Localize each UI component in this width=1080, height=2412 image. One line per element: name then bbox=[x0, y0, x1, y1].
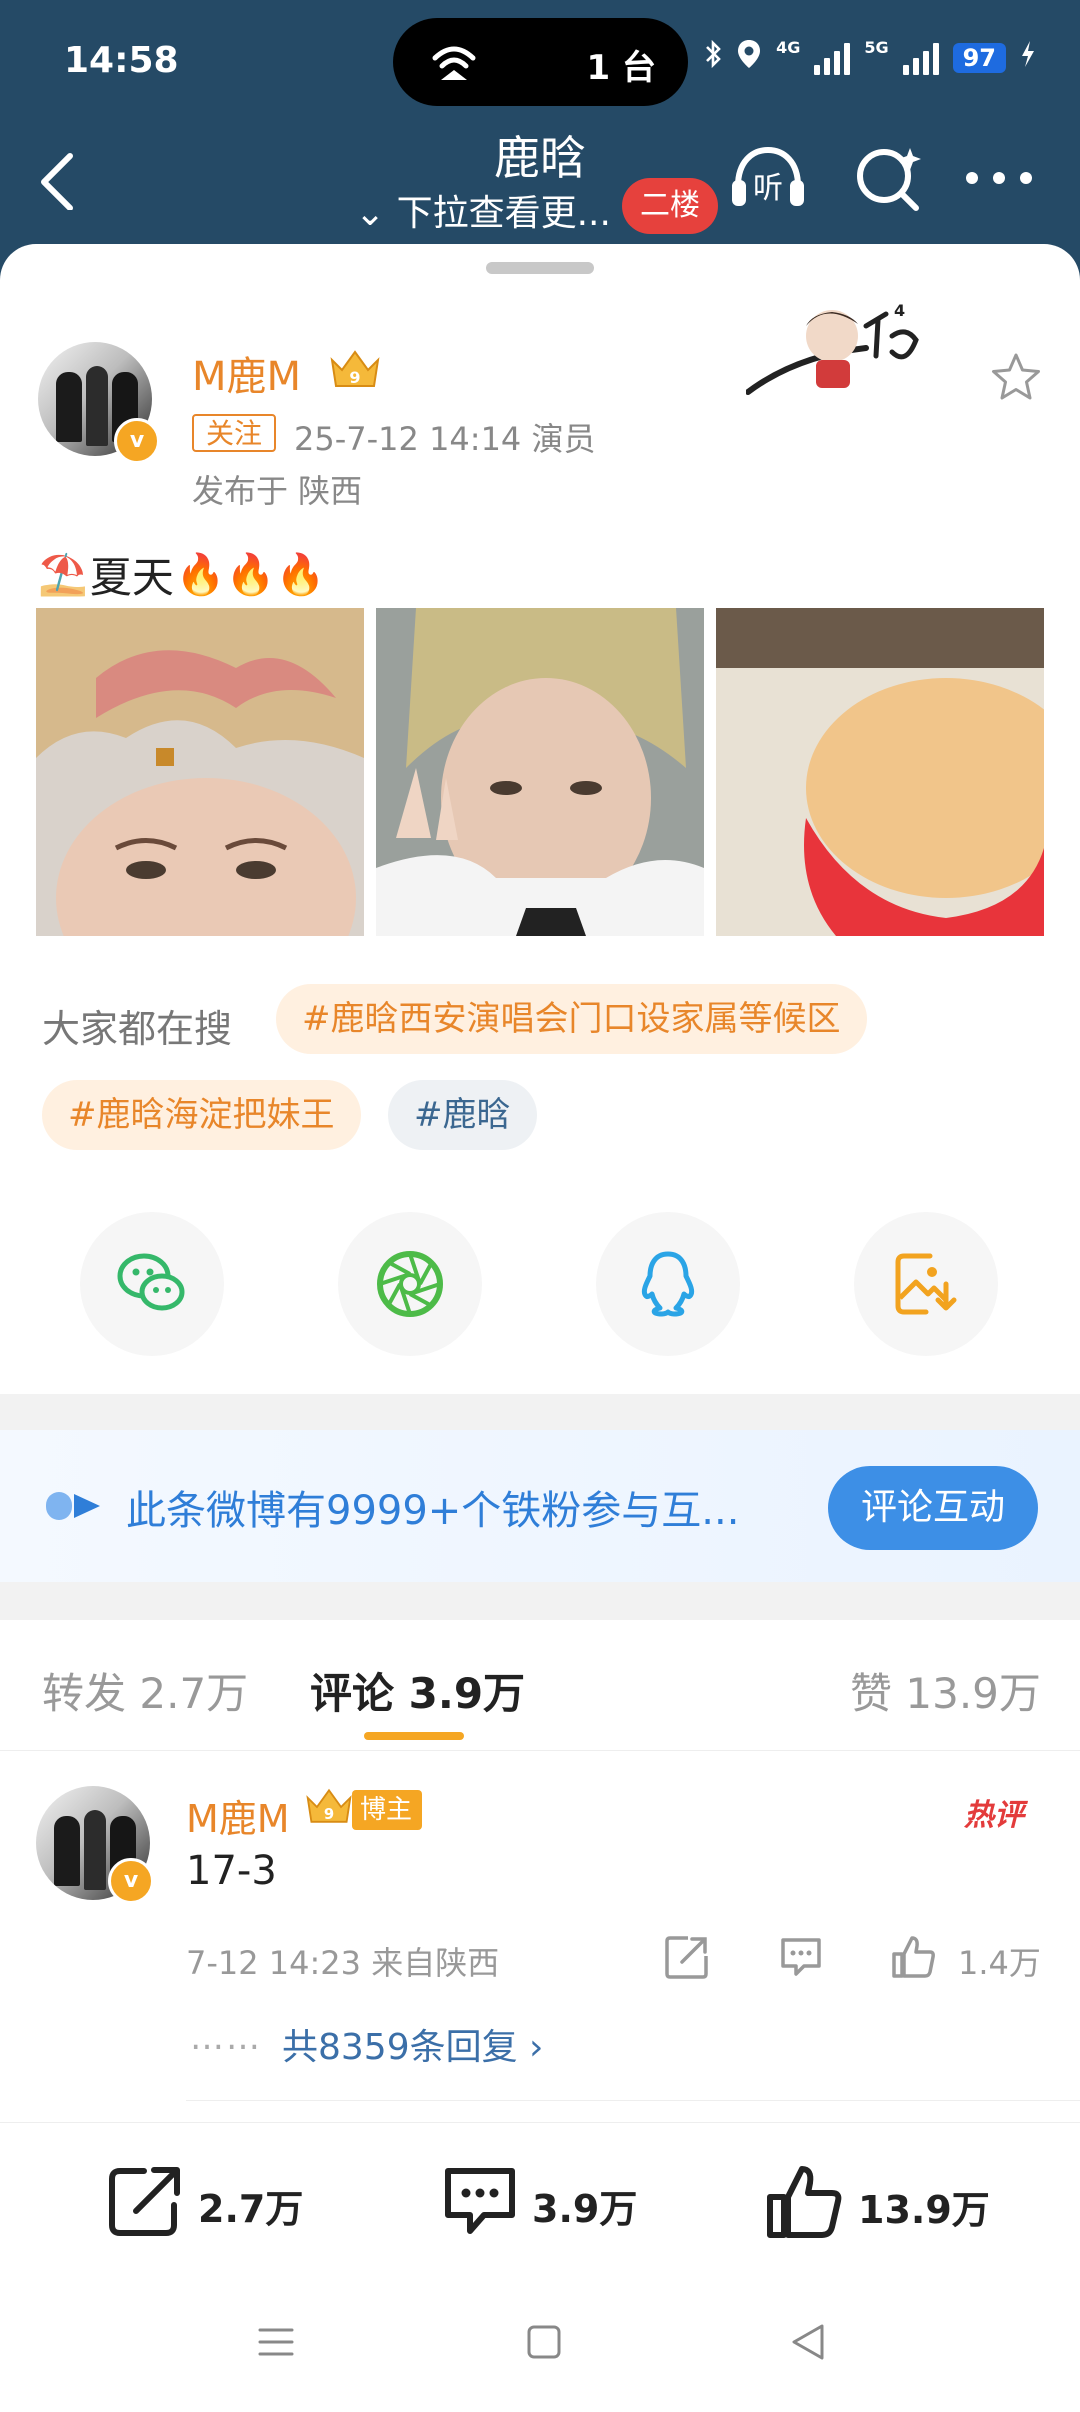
vip-crown-icon: 9 bbox=[328, 348, 382, 396]
comment-like-count: 1.4万 bbox=[958, 1944, 1041, 1982]
comment-like-icon[interactable] bbox=[890, 1934, 938, 1984]
comment-interact-button[interactable]: 评论互动 bbox=[828, 1466, 1038, 1550]
comment-reply-icon[interactable] bbox=[778, 1934, 824, 1984]
listen-label: 听 bbox=[753, 171, 783, 206]
active-tab-indicator bbox=[364, 1732, 464, 1740]
like-button[interactable]: 13.9万 bbox=[766, 2165, 990, 2248]
post-time-and-role: 25-7-12 14:14 演员 bbox=[294, 420, 596, 458]
comment-text: 17-3 bbox=[186, 1848, 277, 1894]
status-time: 14:58 bbox=[64, 40, 179, 81]
post-text-body: 夏天 bbox=[89, 553, 174, 602]
system-nav-bar bbox=[0, 2282, 1080, 2412]
tab-comments-count: 3.9万 bbox=[408, 1669, 526, 1718]
save-image-button[interactable] bbox=[854, 1212, 998, 1356]
post-image-1[interactable] bbox=[36, 608, 364, 936]
comment-vip-crown-icon: 9 bbox=[304, 1786, 354, 1832]
tab-likes-count: 13.9万 bbox=[905, 1669, 1041, 1718]
tab-repost-count: 2.7万 bbox=[139, 1669, 249, 1718]
home-nav-icon[interactable] bbox=[524, 2322, 564, 2366]
system-icons: 4G 5G 97 bbox=[704, 38, 1036, 77]
cast-icon bbox=[429, 38, 479, 88]
share-wechat-button[interactable] bbox=[80, 1212, 224, 1356]
trending-tag-2[interactable]: #鹿晗海淀把妹王 bbox=[42, 1080, 361, 1150]
share-moments-button[interactable] bbox=[338, 1212, 482, 1356]
second-floor-badge[interactable]: 二楼 bbox=[622, 178, 718, 234]
location-icon bbox=[736, 38, 762, 77]
trending-tag-3[interactable]: #鹿晗 bbox=[388, 1080, 537, 1150]
section-divider bbox=[0, 1394, 1080, 1430]
tab-likes[interactable]: 赞 13.9万 bbox=[850, 1660, 1041, 1721]
like-icon bbox=[766, 2165, 844, 2248]
verified-badge: v bbox=[114, 418, 160, 464]
vip-level: 9 bbox=[349, 368, 360, 387]
trending-tag-1[interactable]: #鹿晗西安演唱会门口设家属等候区 bbox=[276, 984, 867, 1054]
bottom-action-bar: 2.7万 3.9万 13.9万 bbox=[0, 2122, 1080, 2283]
network-5g-label: 5G bbox=[864, 38, 889, 57]
battery-level: 97 bbox=[952, 42, 1006, 73]
fans-banner-icon bbox=[44, 1488, 104, 1528]
decorative-sticker-image: 4 bbox=[745, 296, 926, 408]
favorite-star-icon[interactable] bbox=[990, 352, 1042, 406]
comment-separator bbox=[186, 2100, 1080, 2101]
section-divider-2 bbox=[0, 1582, 1080, 1620]
post-image-2[interactable] bbox=[376, 608, 704, 936]
blogger-badge: 博主 bbox=[352, 1790, 423, 1830]
fans-banner-text: 此条微博有9999+个铁粉参与互... bbox=[126, 1488, 740, 1534]
like-count: 13.9万 bbox=[858, 2188, 990, 2232]
hot-comment-badge: 热评 bbox=[964, 1798, 1024, 1833]
comment-icon bbox=[442, 2165, 518, 2246]
comment-share-icon[interactable] bbox=[664, 1934, 710, 1984]
network-4g-label: 4G bbox=[776, 38, 801, 57]
fire-emoji: 🔥🔥🔥 bbox=[175, 552, 326, 598]
listen-headphones-icon[interactable]: 听 bbox=[728, 142, 808, 218]
repost-icon bbox=[108, 2165, 184, 2246]
signal-4g-icon bbox=[814, 41, 851, 75]
svg-text:4: 4 bbox=[894, 301, 905, 320]
author-name[interactable]: M鹿M bbox=[192, 344, 301, 402]
drag-handle[interactable] bbox=[486, 262, 594, 274]
comment-button[interactable]: 3.9万 bbox=[442, 2165, 637, 2246]
post-sheet bbox=[0, 244, 1080, 2124]
tab-repost[interactable]: 转发 2.7万 bbox=[42, 1660, 248, 1721]
search-icon[interactable] bbox=[852, 142, 924, 218]
tab-comments-label: 评论 bbox=[310, 1669, 395, 1718]
repost-button[interactable]: 2.7万 bbox=[108, 2165, 303, 2246]
follow-status-tag[interactable]: 关注 bbox=[192, 414, 277, 452]
beach-umbrella-emoji: ⛱️ bbox=[38, 552, 88, 598]
trending-search-label: 大家都在搜 bbox=[42, 1007, 233, 1051]
interaction-tabs: 转发 2.7万 评论 3.9万 赞 13.9万 bbox=[0, 1620, 1080, 1751]
comment-author-name[interactable]: M鹿M bbox=[186, 1788, 290, 1843]
repost-count: 2.7万 bbox=[198, 2187, 304, 2231]
top-nav: 鹿晗 ⌄ 下拉查看更... 二楼 听 bbox=[0, 120, 1080, 260]
cast-device-count: 1 台 bbox=[586, 48, 657, 88]
reply-dots: …… bbox=[190, 2018, 262, 2058]
signal-5g-icon bbox=[902, 41, 939, 75]
charging-icon bbox=[1020, 40, 1036, 75]
share-qq-button[interactable] bbox=[596, 1212, 740, 1356]
comment-count: 3.9万 bbox=[532, 2187, 638, 2231]
bluetooth-icon bbox=[704, 39, 722, 76]
dynamic-island[interactable]: 1 台 bbox=[393, 18, 688, 106]
status-bar: 14:58 1 台 4G 5G 97 bbox=[0, 0, 1080, 120]
more-options-icon[interactable] bbox=[964, 168, 1034, 192]
post-location: 发布于 陕西 bbox=[192, 472, 363, 510]
comment-vip-level: 9 bbox=[324, 1806, 334, 1823]
post-image-3[interactable] bbox=[716, 608, 1044, 936]
menu-nav-icon[interactable] bbox=[256, 2322, 296, 2366]
fans-interaction-banner[interactable]: 此条微博有9999+个铁粉参与互... 评论互动 bbox=[0, 1430, 1080, 1582]
comment-time-location: 7-12 14:23 来自陕西 bbox=[186, 1944, 500, 1982]
view-replies-link[interactable]: 共8359条回复 › bbox=[282, 2018, 543, 2070]
pull-down-hint[interactable]: ⌄ 下拉查看更... bbox=[355, 184, 611, 236]
post-text: ⛱️ 夏天 🔥🔥🔥 bbox=[38, 544, 325, 605]
comment-verified-badge: v bbox=[108, 1858, 154, 1904]
tab-comments[interactable]: 评论 3.9万 bbox=[310, 1660, 525, 1721]
tab-likes-label: 赞 bbox=[850, 1669, 893, 1718]
tab-repost-label: 转发 bbox=[42, 1669, 127, 1718]
back-nav-icon[interactable] bbox=[788, 2322, 828, 2366]
